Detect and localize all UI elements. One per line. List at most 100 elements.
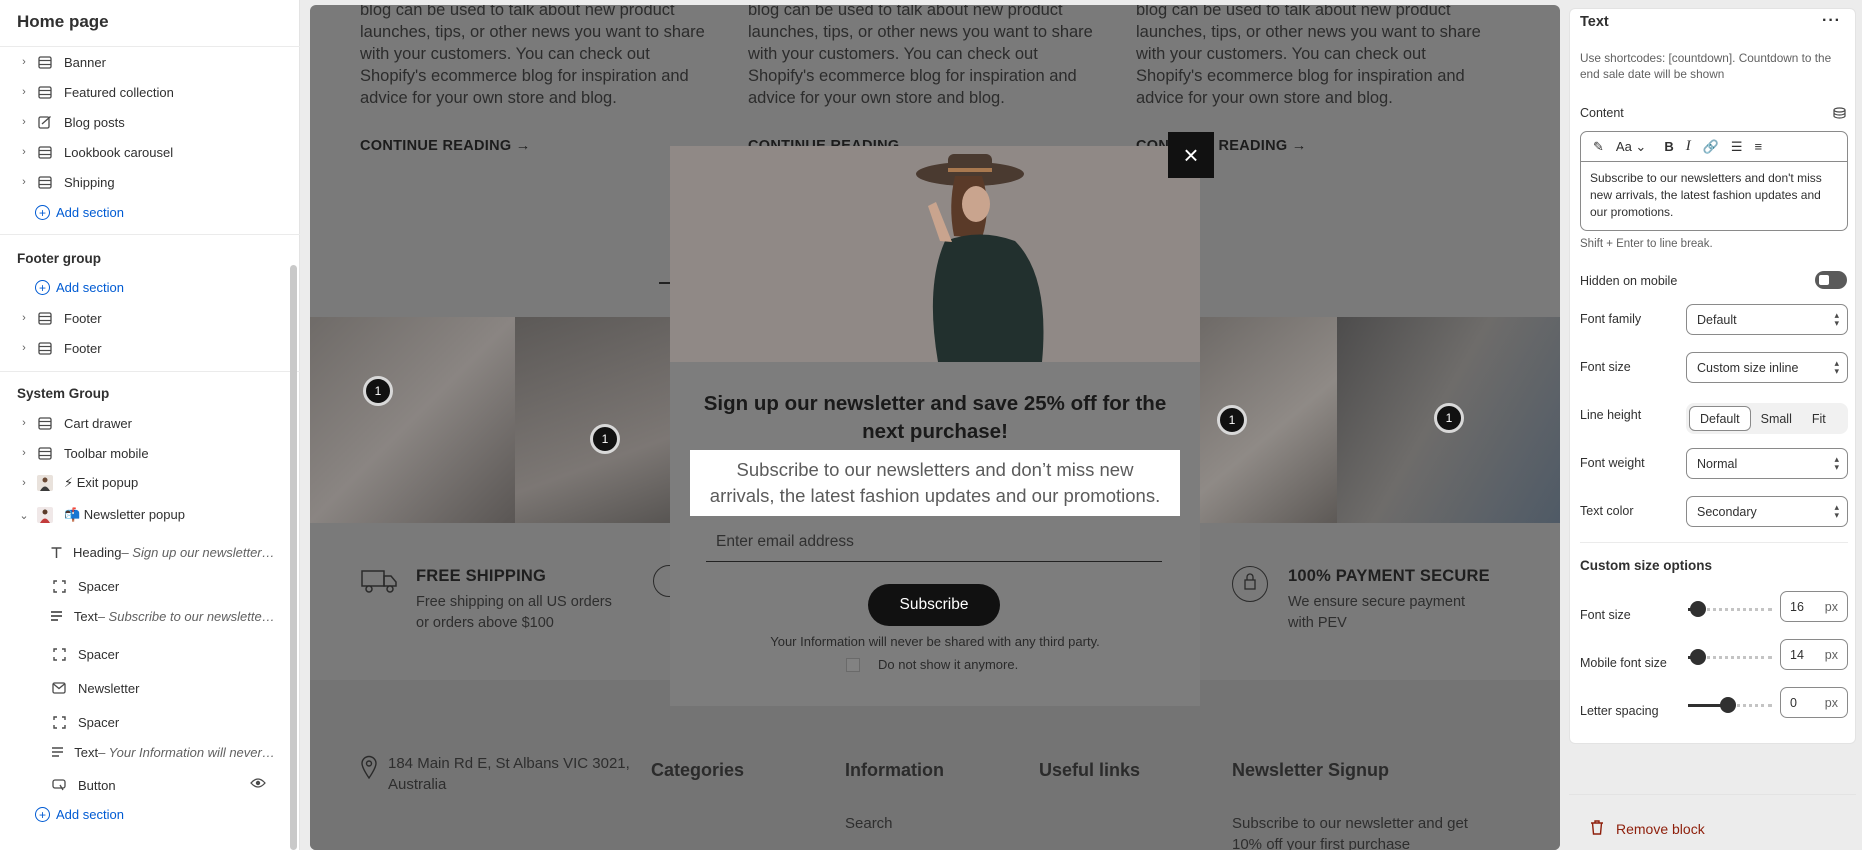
block-spacer[interactable]: Spacer <box>28 640 276 668</box>
sidebar-item-label: Footer <box>64 310 102 326</box>
popup-text-selected[interactable]: Subscribe to our newsletters and don’t m… <box>690 450 1180 516</box>
sidebar-item-newsletter-popup[interactable]: ⌄ 📬 Newsletter popup <box>8 498 285 532</box>
line-height-option-default[interactable]: Default <box>1689 406 1751 431</box>
hotspot-marker[interactable]: 1 <box>363 376 393 406</box>
popup-heading: Sign up our newsletter and save 25% off … <box>703 392 1167 443</box>
subscribe-button[interactable]: Subscribe <box>868 584 1000 626</box>
text-color-select[interactable]: Secondary ▴ ▾ <box>1686 496 1848 527</box>
chevron-right-icon[interactable]: › <box>14 56 34 68</box>
sidebar-item-footer[interactable]: › Footer <box>0 334 285 362</box>
chevron-down-icon[interactable]: ⌄ <box>14 509 34 522</box>
chevron-right-icon[interactable]: › <box>14 417 34 429</box>
block-spacer[interactable]: Spacer <box>28 572 276 600</box>
block-button[interactable]: Button <box>28 771 276 799</box>
checkbox-box[interactable] <box>846 657 860 672</box>
continue-reading-link[interactable]: CONTINUE READING → <box>360 138 531 154</box>
line-height-option-fit[interactable]: Fit <box>1802 406 1836 431</box>
page-title: Home page <box>17 12 109 31</box>
section-icon <box>36 446 54 460</box>
sidebar-item-shipping[interactable]: › Shipping <box>0 168 285 196</box>
text-color-label: Text color <box>1580 504 1634 518</box>
email-input[interactable]: Enter email address <box>706 522 1162 562</box>
hotspot-marker[interactable]: 1 <box>1217 405 1247 435</box>
block-spacer[interactable]: Spacer <box>28 708 276 736</box>
editor-content[interactable]: Subscribe to our newsletters and don't m… <box>1590 170 1840 221</box>
section-icon <box>36 311 54 325</box>
footer-heading: Information <box>845 760 944 780</box>
font-family-select[interactable]: Default ▴ ▾ <box>1686 304 1848 335</box>
text-lines-icon <box>50 609 64 623</box>
sidebar-scrollbar[interactable] <box>290 265 297 850</box>
plus-circle-icon: + <box>35 205 50 220</box>
chevron-right-icon[interactable]: › <box>14 146 34 158</box>
section-icon <box>36 341 54 355</box>
line-height-option-small[interactable]: Small <box>1751 406 1802 431</box>
chevron-right-icon[interactable]: › <box>14 342 34 354</box>
divider <box>1580 542 1848 543</box>
add-section-button[interactable]: + Add section <box>35 807 124 822</box>
more-options-icon[interactable]: ··· <box>1822 12 1841 30</box>
add-section-button[interactable]: + Add section <box>35 280 124 295</box>
font-size-icon[interactable]: Aa ⌄ <box>1616 139 1646 155</box>
mobile-font-size-input[interactable]: 14 px <box>1780 639 1848 670</box>
slider-thumb[interactable] <box>1690 601 1706 617</box>
slider-thumb[interactable] <box>1690 649 1706 665</box>
letter-spacing-input[interactable]: 0 px <box>1780 687 1848 718</box>
bullet-list-icon[interactable]: ☰ <box>1731 139 1743 155</box>
letter-spacing-slider[interactable] <box>1688 697 1772 713</box>
add-section-button[interactable]: + Add section <box>35 205 124 220</box>
hotspot-marker[interactable]: 1 <box>1434 403 1464 433</box>
remove-block-label: Remove block <box>1616 821 1705 837</box>
custom-font-size-slider[interactable] <box>1688 601 1772 617</box>
input-value: 0 <box>1790 695 1797 710</box>
bold-icon[interactable]: B <box>1664 139 1673 154</box>
eye-icon[interactable] <box>250 777 266 792</box>
chevron-right-icon[interactable]: › <box>14 176 34 188</box>
mobile-font-size-slider[interactable] <box>1688 649 1772 665</box>
font-size-select[interactable]: Custom size inline ▴ ▾ <box>1686 352 1848 383</box>
sidebar-item-cart-drawer[interactable]: › Cart drawer <box>0 409 285 437</box>
sidebar-item-featured-collection[interactable]: › Featured collection <box>0 78 285 106</box>
sidebar-item-exit-popup[interactable]: › ⚡ Exit popup <box>0 469 285 497</box>
link-icon[interactable]: 🔗 <box>1703 139 1719 155</box>
chevron-right-icon[interactable]: › <box>14 477 34 489</box>
chevron-right-icon[interactable]: › <box>14 312 34 324</box>
feature-title: FREE SHIPPING <box>416 567 547 585</box>
numbered-list-icon[interactable]: ≡ <box>1755 139 1763 154</box>
block-text-selected[interactable]: Text – Subscribe to our newsletters and … <box>30 601 276 631</box>
sidebar-item-label: Lookbook carousel <box>64 144 174 160</box>
block-text[interactable]: Text – Your Information will never be sh… <box>28 738 276 766</box>
sidebar-item-lookbook-carousel[interactable]: › Lookbook carousel <box>0 138 285 166</box>
sidebar-item-toolbar-mobile[interactable]: › Toolbar mobile <box>0 439 285 467</box>
dont-show-checkbox[interactable]: Do not show it anymore. <box>846 657 1018 672</box>
rich-text-editor[interactable]: ✎ Aa ⌄ B I 🔗 ☰ ≡ Subscribe to our newsle… <box>1580 131 1848 231</box>
custom-font-size-input[interactable]: 16 px <box>1780 591 1848 622</box>
footer-link-search[interactable]: Search <box>845 813 893 834</box>
slider-thumb[interactable] <box>1720 697 1736 713</box>
spacer-icon <box>50 647 68 661</box>
font-weight-select[interactable]: Normal ▴ ▾ <box>1686 448 1848 479</box>
truck-icon <box>360 565 398 600</box>
sidebar-item-blog-posts[interactable]: › Blog posts <box>0 108 285 136</box>
hotspot-marker[interactable]: 1 <box>590 424 620 454</box>
dynamic-source-icon[interactable] <box>1833 106 1846 124</box>
italic-icon[interactable]: I <box>1686 138 1691 155</box>
chevron-right-icon[interactable]: › <box>14 116 34 128</box>
sidebar-item-label: 📬 Newsletter popup <box>64 507 185 522</box>
magic-icon[interactable]: ✎ <box>1593 139 1604 155</box>
remove-block-button[interactable]: Remove block <box>1590 820 1705 838</box>
section-icon <box>36 55 54 69</box>
divider <box>0 46 300 47</box>
chevron-right-icon[interactable]: › <box>14 86 34 98</box>
sidebar-item-banner[interactable]: › Banner <box>0 48 285 76</box>
text-lines-icon <box>50 745 64 759</box>
chevron-right-icon[interactable]: › <box>14 447 34 459</box>
arrow-right-icon: → <box>515 138 531 154</box>
hidden-mobile-toggle[interactable] <box>1815 271 1847 289</box>
block-newsletter[interactable]: Newsletter <box>28 674 276 702</box>
block-heading[interactable]: Heading – Sign up our newsletter and sav… <box>28 538 276 566</box>
close-icon[interactable]: × <box>1168 132 1214 178</box>
popup-image <box>670 146 1200 362</box>
letter-spacing-label: Letter spacing <box>1580 704 1659 718</box>
sidebar-item-footer[interactable]: › Footer <box>0 304 285 332</box>
